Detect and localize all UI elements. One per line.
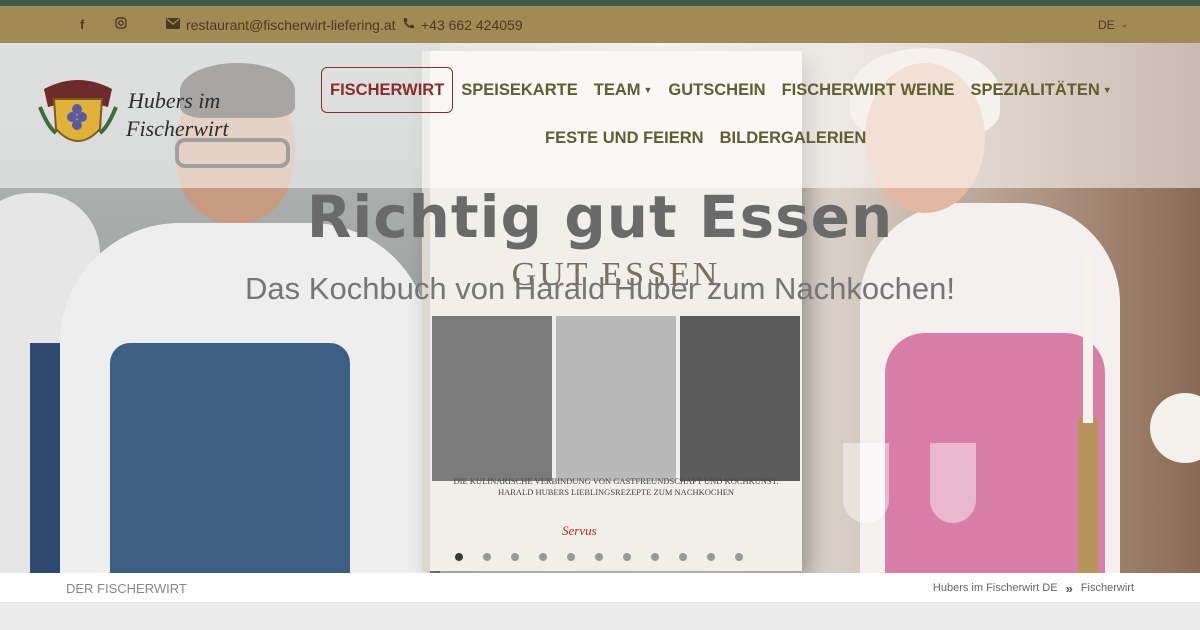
- slider-dot[interactable]: [595, 553, 603, 561]
- nav-item-spezialitaeten[interactable]: SPEZIALITÄTEN ▼: [963, 81, 1120, 100]
- nav-item-team[interactable]: TEAM ▼: [586, 81, 661, 100]
- wine-glass: [930, 443, 976, 523]
- slider-dot[interactable]: [455, 553, 463, 561]
- top-contact-bar: f restaurant@fischerwirt-liefering.at +4…: [0, 6, 1200, 43]
- nav-label: FESTE UND FEIERN: [545, 128, 704, 147]
- main-nav-row-1: FISCHERWIRT SPEISEKARTE TEAM ▼ GUTSCHEIN…: [321, 67, 1120, 113]
- breadcrumb: Hubers im Fischerwirt DE » Fischerwirt: [933, 573, 1134, 603]
- nav-label: FISCHERWIRT WEINE: [781, 80, 955, 99]
- envelope-icon: [166, 17, 180, 32]
- nav-label: SPEISEKARTE: [461, 80, 578, 99]
- language-label: DE: [1098, 17, 1115, 32]
- instagram-icon: [115, 17, 127, 32]
- book-photo: [680, 316, 800, 481]
- chef-apron: [110, 343, 350, 573]
- page-title: DER FISCHERWIRT: [66, 580, 187, 596]
- publisher-logo: Servus: [562, 523, 597, 538]
- slider-dot[interactable]: [567, 553, 575, 561]
- book-subtitle: DIE KULINARISCHE VERBINDUNG VON GASTFREU…: [430, 476, 802, 498]
- phone-link[interactable]: +43 662 424059: [402, 6, 523, 43]
- nav-item-gutschein[interactable]: GUTSCHEIN: [660, 81, 773, 100]
- slider-dot[interactable]: [539, 553, 547, 561]
- coat-of-arms-icon: [38, 80, 118, 142]
- nav-label: TEAM: [593, 80, 641, 99]
- chevron-down-icon: ⌄: [1120, 19, 1129, 29]
- slider-dot[interactable]: [707, 553, 715, 561]
- phone-text: +43 662 424059: [421, 16, 523, 33]
- email-link[interactable]: restaurant@fischerwirt-liefering.at: [166, 6, 396, 43]
- book-subtitle-line: HARALD HUBERS LIEBLINGSREZEPTE ZUM NACHK…: [497, 487, 735, 497]
- book-photo-strip: [430, 316, 802, 481]
- flower: [1150, 393, 1200, 463]
- phone-icon: [402, 17, 415, 33]
- chevron-down-icon: ▼: [643, 85, 653, 95]
- instagram-link[interactable]: [115, 6, 127, 43]
- book-subtitle-line: DIE KULINARISCHE VERBINDUNG VON GASTFREU…: [453, 476, 779, 486]
- breadcrumb-separator-icon: »: [1065, 580, 1073, 596]
- slider-dot[interactable]: [679, 553, 687, 561]
- nav-item-weine[interactable]: FISCHERWIRT WEINE: [774, 81, 963, 100]
- nav-item-feste[interactable]: FESTE UND FEIERN: [537, 129, 712, 148]
- wine-glass: [843, 443, 889, 523]
- nav-item-fischerwirt[interactable]: FISCHERWIRT: [321, 67, 454, 113]
- candle-holder: [1078, 418, 1098, 573]
- nav-label: SPEZIALITÄTEN: [970, 80, 1100, 99]
- hero-slider: GUT ESSEN DIE KULINARISCHE VERBINDUNG VO…: [0, 43, 1200, 573]
- book-photo: [556, 316, 676, 481]
- brand-name-line: Fischerwirt: [126, 116, 229, 141]
- slider-pagination: [455, 553, 743, 561]
- hero-title: Richtig gut Essen: [306, 183, 894, 251]
- language-selector[interactable]: DE ⌄: [1098, 6, 1128, 43]
- nav-label: FISCHERWIRT: [330, 80, 445, 99]
- breadcrumb-current: Fischerwirt: [1080, 582, 1134, 594]
- slider-dot[interactable]: [623, 553, 631, 561]
- slider-dot[interactable]: [651, 553, 659, 561]
- hero-subtitle: Das Kochbuch von Harald Huber zum Nachko…: [245, 271, 955, 306]
- facebook-icon: f: [80, 17, 85, 32]
- slider-dot[interactable]: [511, 553, 519, 561]
- slider-dot[interactable]: [735, 553, 743, 561]
- brand-name[interactable]: Hubers im Fischerwirt: [126, 87, 229, 143]
- nav-item-speisekarte[interactable]: SPEISEKARTE: [453, 81, 585, 100]
- main-nav-row-2: FESTE UND FEIERN BILDERGALERIEN: [537, 115, 874, 161]
- nav-item-bildergalerien[interactable]: BILDERGALERIEN: [712, 129, 875, 148]
- woman-dirndl: [885, 333, 1105, 573]
- brand-name-line: Hubers im: [128, 88, 221, 113]
- email-text: restaurant@fischerwirt-liefering.at: [186, 16, 396, 33]
- facebook-link[interactable]: f: [80, 6, 84, 43]
- chevron-down-icon: ▼: [1102, 85, 1112, 95]
- slider-dot[interactable]: [483, 553, 491, 561]
- breadcrumb-bar: DER FISCHERWIRT Hubers im Fischerwirt DE…: [0, 573, 1200, 603]
- nav-label: BILDERGALERIEN: [719, 128, 867, 147]
- breadcrumb-home-link[interactable]: Hubers im Fischerwirt DE: [933, 582, 1058, 594]
- book-photo: [432, 316, 552, 481]
- brand-logo[interactable]: [38, 77, 118, 155]
- nav-label: GUTSCHEIN: [668, 80, 766, 99]
